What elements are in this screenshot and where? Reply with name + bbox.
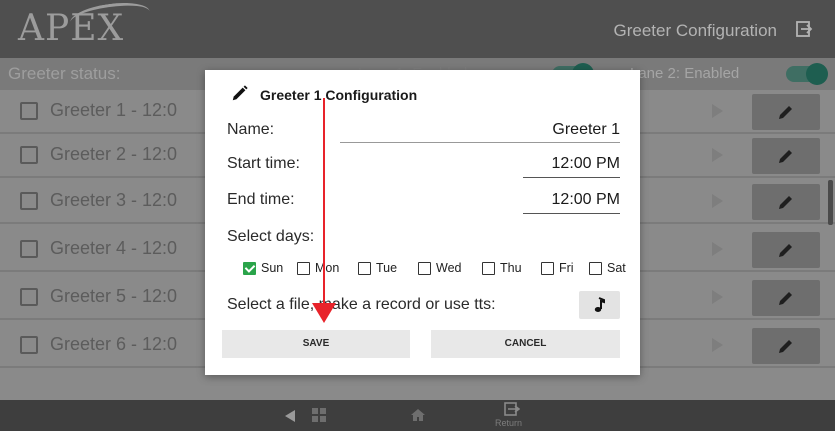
- greeter-status-label: Greeter status:: [8, 64, 121, 83]
- page-title: Greeter Configuration: [613, 21, 777, 40]
- start-time-label: Start time:: [227, 155, 300, 172]
- pencil-icon: [779, 150, 792, 163]
- play-icon[interactable]: [712, 148, 723, 162]
- day-checkbox[interactable]: [541, 262, 554, 275]
- name-input-underline: [340, 142, 620, 143]
- lane2-toggle[interactable]: [786, 63, 828, 85]
- toggle-knob: [806, 63, 828, 85]
- pencil-icon: [779, 196, 792, 209]
- greeter-checkbox[interactable]: [20, 146, 38, 164]
- start-time-input[interactable]: 12:00 PM: [552, 155, 620, 173]
- edit-greeter-button[interactable]: [752, 184, 820, 220]
- annotation-arrow-line: [323, 98, 325, 310]
- day-checkbox[interactable]: [297, 262, 310, 275]
- pencil-icon: [232, 85, 248, 101]
- day-checkbox[interactable]: [589, 262, 602, 275]
- day-checkbox[interactable]: [243, 262, 256, 275]
- play-icon[interactable]: [712, 104, 723, 118]
- play-icon[interactable]: [712, 290, 723, 304]
- select-days-label: Select days:: [227, 228, 315, 245]
- end-time-label: End time:: [227, 191, 295, 208]
- scrollbar[interactable]: [828, 180, 833, 225]
- cancel-button[interactable]: CANCEL: [431, 330, 620, 358]
- logo-swoosh: [68, 0, 152, 36]
- greeter-label: Greeter 1 - 12:0: [50, 100, 178, 120]
- day-label: Fri: [559, 261, 574, 275]
- app-bar: APEX Greeter Configuration: [0, 0, 835, 58]
- greeter-label: Greeter 3 - 12:0: [50, 190, 178, 210]
- screen: APEX Greeter Configuration Greeter statu…: [0, 0, 835, 431]
- start-time-underline: [523, 177, 620, 178]
- greeter-checkbox[interactable]: [20, 192, 38, 210]
- exit-icon[interactable]: [795, 20, 813, 38]
- edit-greeter-button[interactable]: [752, 232, 820, 268]
- day-checkbox[interactable]: [418, 262, 431, 275]
- day-label: Thu: [500, 261, 522, 275]
- day-checkbox[interactable]: [482, 262, 495, 275]
- back-icon[interactable]: [285, 410, 295, 422]
- play-icon[interactable]: [712, 338, 723, 352]
- greeter-label: Greeter 2 - 12:0: [50, 144, 178, 164]
- day-label: Tue: [376, 261, 398, 275]
- play-icon[interactable]: [712, 194, 723, 208]
- music-note-icon: [594, 297, 605, 312]
- name-label: Name:: [227, 121, 275, 138]
- bottom-nav-bar: Return: [0, 400, 835, 431]
- day-label: Mon: [315, 261, 340, 275]
- end-time-underline: [523, 213, 620, 214]
- select-audio-button[interactable]: [579, 291, 620, 319]
- name-input[interactable]: Greeter 1: [552, 121, 620, 139]
- day-label: Sun: [261, 261, 284, 275]
- greeter-config-dialog: Greeter 1 Configuration Name: Greeter 1 …: [205, 70, 640, 375]
- greeter-label: Greeter 5 - 12:0: [50, 286, 178, 306]
- day-label: Sat: [607, 261, 626, 275]
- greeter-checkbox[interactable]: [20, 240, 38, 258]
- edit-greeter-button[interactable]: [752, 138, 820, 174]
- greeter-label: Greeter 4 - 12:0: [50, 238, 178, 258]
- home-icon[interactable]: [410, 407, 426, 423]
- pencil-icon: [779, 106, 792, 119]
- return-icon: [504, 402, 521, 416]
- pencil-icon: [779, 340, 792, 353]
- play-icon[interactable]: [712, 242, 723, 256]
- apps-grid-icon[interactable]: [312, 408, 326, 422]
- day-checkbox[interactable]: [358, 262, 371, 275]
- greeter-label: Greeter 6 - 12:0: [50, 334, 178, 354]
- dialog-title: Greeter 1 Configuration: [260, 87, 418, 103]
- pencil-icon: [779, 292, 792, 305]
- save-button[interactable]: SAVE: [222, 330, 410, 358]
- edit-greeter-button[interactable]: [752, 328, 820, 364]
- return-label: Return: [495, 418, 523, 428]
- greeter-checkbox[interactable]: [20, 336, 38, 354]
- end-time-input[interactable]: 12:00 PM: [552, 191, 620, 209]
- edit-greeter-button[interactable]: [752, 280, 820, 316]
- greeter-checkbox[interactable]: [20, 102, 38, 120]
- pencil-icon: [779, 244, 792, 257]
- lane2-status-label: Lane 2: Enabled: [630, 65, 740, 82]
- file-select-label: Select a file, make a record or use tts:: [227, 296, 496, 313]
- annotation-arrow-head: [312, 303, 336, 323]
- edit-greeter-button[interactable]: [752, 94, 820, 130]
- greeter-checkbox[interactable]: [20, 288, 38, 306]
- day-label: Wed: [436, 261, 462, 275]
